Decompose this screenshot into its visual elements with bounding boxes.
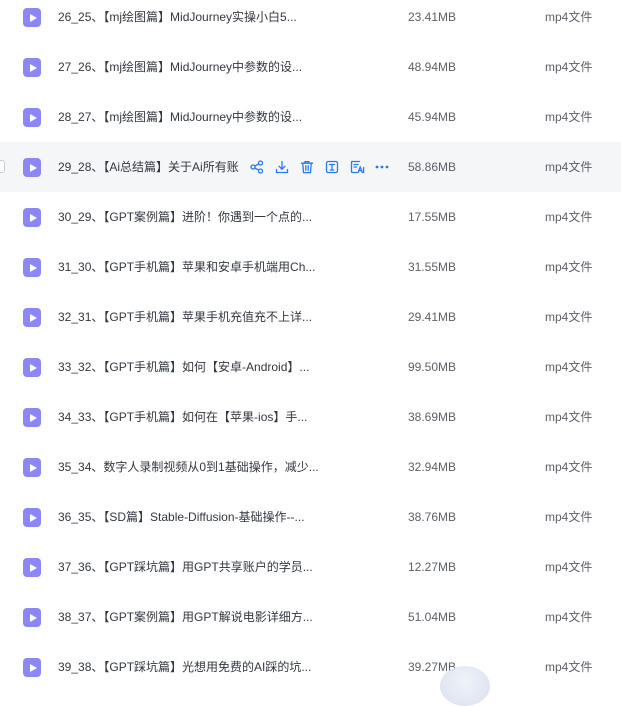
file-type: mp4文件 xyxy=(545,110,593,124)
file-name[interactable]: 32_31、【GPT手机篇】苹果手机充值充不上详... xyxy=(58,292,328,342)
file-size: 17.55MB xyxy=(408,210,457,224)
file-name[interactable]: 26_25、【mj绘图篇】MidJourney实操小白5... xyxy=(58,0,328,42)
file-row[interactable]: 26_25、【mj绘图篇】MidJourney实操小白5... 23.41MB mp… xyxy=(0,0,621,42)
file-size: 32.94MB xyxy=(408,460,457,474)
file-name[interactable]: 36_35、【SD篇】Stable-Diffusion-基础操作--... xyxy=(58,492,328,542)
file-type: mp4文件 xyxy=(545,160,593,174)
share-icon[interactable] xyxy=(249,159,265,175)
file-type: mp4文件 xyxy=(545,210,593,224)
file-type: mp4文件 xyxy=(545,10,593,24)
file-row[interactable]: 27_26、【mj绘图篇】MidJourney中参数的设... 48.94MB mp… xyxy=(0,42,621,92)
video-file-icon xyxy=(23,658,41,677)
video-file-icon xyxy=(23,8,41,27)
video-file-icon xyxy=(23,508,41,527)
file-row[interactable]: 28_27、【mj绘图篇】MidJourney中参数的设... 45.94MB mp… xyxy=(0,92,621,142)
file-size: 23.41MB xyxy=(408,10,457,24)
file-name[interactable]: 29_28、【Ai总结篇】关于Ai所有账 xyxy=(58,142,250,192)
file-size: 45.94MB xyxy=(408,110,457,124)
file-type: mp4文件 xyxy=(545,610,593,624)
file-name[interactable]: 38_37、【GPT案例篇】用GPT解说电影详细方... xyxy=(58,592,328,642)
file-row[interactable]: 32_31、【GPT手机篇】苹果手机充值充不上详... 29.41MB mp4文件 xyxy=(0,292,621,342)
file-size: 31.55MB xyxy=(408,260,457,274)
video-file-icon xyxy=(23,308,41,327)
video-file-icon xyxy=(23,108,41,127)
file-name[interactable]: 34_33、【GPT手机篇】如何在【苹果-ios】手... xyxy=(58,392,328,442)
row-actions xyxy=(249,158,399,176)
file-type: mp4文件 xyxy=(545,660,593,674)
file-size: 38.76MB xyxy=(408,510,457,524)
file-row[interactable]: 38_37、【GPT案例篇】用GPT解说电影详细方... 51.04MB mp4文件 xyxy=(0,592,621,642)
video-file-icon xyxy=(23,458,41,477)
file-row[interactable]: 37_36、【GPT踩坑篇】用GPT共享账户的学员... 12.27MB mp4文件 xyxy=(0,542,621,592)
video-file-icon xyxy=(23,158,41,177)
floating-assistant-button[interactable] xyxy=(440,666,490,706)
text-extract-icon[interactable] xyxy=(324,159,340,175)
file-row[interactable]: 34_33、【GPT手机篇】如何在【苹果-ios】手... 38.69MB mp4文… xyxy=(0,392,621,442)
file-row[interactable]: 36_35、【SD篇】Stable-Diffusion-基础操作--... 38.… xyxy=(0,492,621,542)
file-type: mp4文件 xyxy=(545,560,593,574)
file-name[interactable]: 37_36、【GPT踩坑篇】用GPT共享账户的学员... xyxy=(58,542,328,592)
video-file-icon xyxy=(23,408,41,427)
file-type: mp4文件 xyxy=(545,360,593,374)
file-name[interactable]: 30_29、【GPT案例篇】进阶！你遇到一个点的... xyxy=(58,192,328,242)
video-file-icon xyxy=(23,358,41,377)
video-file-icon xyxy=(23,208,41,227)
video-file-icon xyxy=(23,608,41,627)
file-row[interactable]: 31_30、【GPT手机篇】苹果和安卓手机端用Ch... 31.55MB mp4文件 xyxy=(0,242,621,292)
file-row[interactable]: 33_32、【GPT手机篇】如何【安卓-Android】... 99.50MB mp… xyxy=(0,342,621,392)
file-type: mp4文件 xyxy=(545,260,593,274)
video-file-icon xyxy=(23,558,41,577)
file-row[interactable]: 39_38、【GPT踩坑篇】光想用免费的AI踩的坑... 39.27MB mp4文件 xyxy=(0,642,621,692)
file-size: 48.94MB xyxy=(408,60,457,74)
file-name[interactable]: 31_30、【GPT手机篇】苹果和安卓手机端用Ch... xyxy=(58,242,328,292)
file-name[interactable]: 35_34、数字人录制视频从0到1基础操作，减少... xyxy=(58,442,328,492)
file-name[interactable]: 33_32、【GPT手机篇】如何【安卓-Android】... xyxy=(58,342,328,392)
file-type: mp4文件 xyxy=(545,310,593,324)
file-size: 38.69MB xyxy=(408,410,457,424)
delete-icon[interactable] xyxy=(299,159,315,175)
file-row[interactable]: 35_34、数字人录制视频从0到1基础操作，减少... 32.94MB mp4文件 xyxy=(0,442,621,492)
file-name[interactable]: 39_38、【GPT踩坑篇】光想用免费的AI踩的坑... xyxy=(58,642,328,692)
file-type: mp4文件 xyxy=(545,410,593,424)
file-size: 58.86MB xyxy=(408,160,457,174)
more-icon[interactable] xyxy=(374,159,390,175)
file-name[interactable]: 27_26、【mj绘图篇】MidJourney中参数的设... xyxy=(58,42,328,92)
file-name[interactable]: 28_27、【mj绘图篇】MidJourney中参数的设... xyxy=(58,92,328,142)
file-row[interactable]: 29_28、【Ai总结篇】关于Ai所有账 58.86MB mp4文件 xyxy=(0,142,621,192)
download-icon[interactable] xyxy=(274,159,290,175)
row-checkbox[interactable] xyxy=(0,160,5,173)
file-size: 51.04MB xyxy=(408,610,457,624)
file-list: 26_25、【mj绘图篇】MidJourney实操小白5... 23.41MB mp… xyxy=(0,0,621,692)
file-type: mp4文件 xyxy=(545,460,593,474)
file-row[interactable]: 30_29、【GPT案例篇】进阶！你遇到一个点的... 17.55MB mp4文件 xyxy=(0,192,621,242)
file-type: mp4文件 xyxy=(545,60,593,74)
ai-summary-icon[interactable] xyxy=(349,159,365,175)
file-size: 12.27MB xyxy=(408,560,457,574)
file-size: 29.41MB xyxy=(408,310,457,324)
video-file-icon xyxy=(23,258,41,277)
file-size: 99.50MB xyxy=(408,360,457,374)
video-file-icon xyxy=(23,58,41,77)
file-type: mp4文件 xyxy=(545,510,593,524)
